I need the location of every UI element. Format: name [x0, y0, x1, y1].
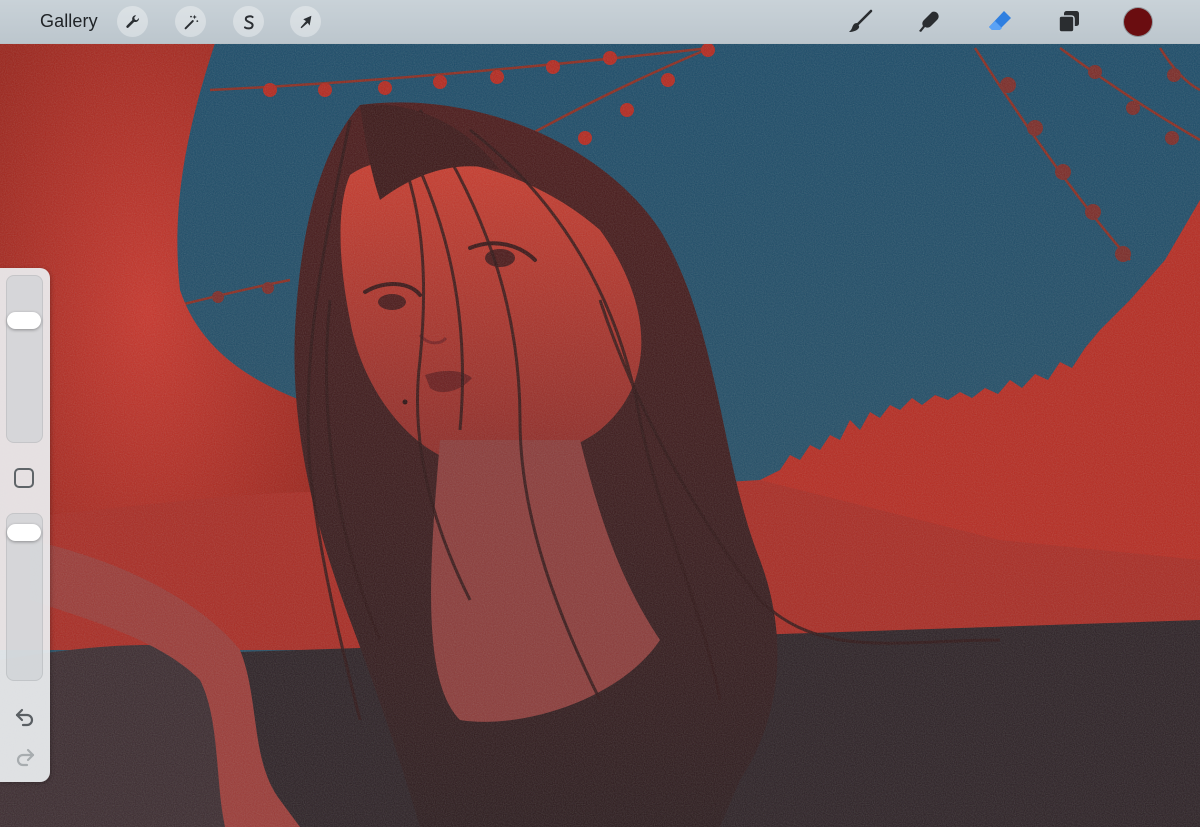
- drawing-canvas[interactable]: [0, 43, 1200, 827]
- brush-size-thumb[interactable]: [7, 311, 41, 329]
- eraser-icon: [989, 11, 1011, 30]
- transform-button[interactable]: [290, 6, 321, 37]
- magic-wand-icon: [184, 14, 198, 29]
- opacity-thumb[interactable]: [7, 524, 41, 542]
- adjustments-button[interactable]: [175, 6, 206, 37]
- redo-button[interactable]: [12, 744, 38, 768]
- selection-button[interactable]: [233, 6, 264, 37]
- layers-tool-button[interactable]: [1052, 5, 1086, 39]
- wrench-icon: [125, 14, 139, 28]
- top-toolbar: Gallery: [0, 0, 1200, 44]
- smudge-icon: [919, 11, 939, 32]
- gallery-button[interactable]: Gallery: [40, 11, 98, 32]
- color-picker-swatch[interactable]: [1124, 8, 1152, 36]
- artwork-illustration: [0, 43, 1200, 827]
- side-toolbar: [0, 268, 50, 782]
- undo-arrow-icon: [15, 708, 34, 727]
- undo-button[interactable]: [12, 704, 38, 728]
- layers-icon: [1058, 11, 1079, 33]
- arrow-cursor-icon: [300, 15, 311, 28]
- brush-size-slider[interactable]: [6, 275, 43, 443]
- modify-button[interactable]: [14, 468, 34, 488]
- redo-arrow-icon: [16, 748, 35, 767]
- brush-tool-button[interactable]: [843, 5, 877, 39]
- brush-icon: [849, 9, 873, 32]
- actions-button[interactable]: [117, 6, 148, 37]
- smudge-tool-button[interactable]: [913, 5, 947, 39]
- eraser-tool-button[interactable]: [983, 5, 1017, 39]
- opacity-slider[interactable]: [6, 513, 43, 681]
- selection-s-icon: [243, 14, 254, 29]
